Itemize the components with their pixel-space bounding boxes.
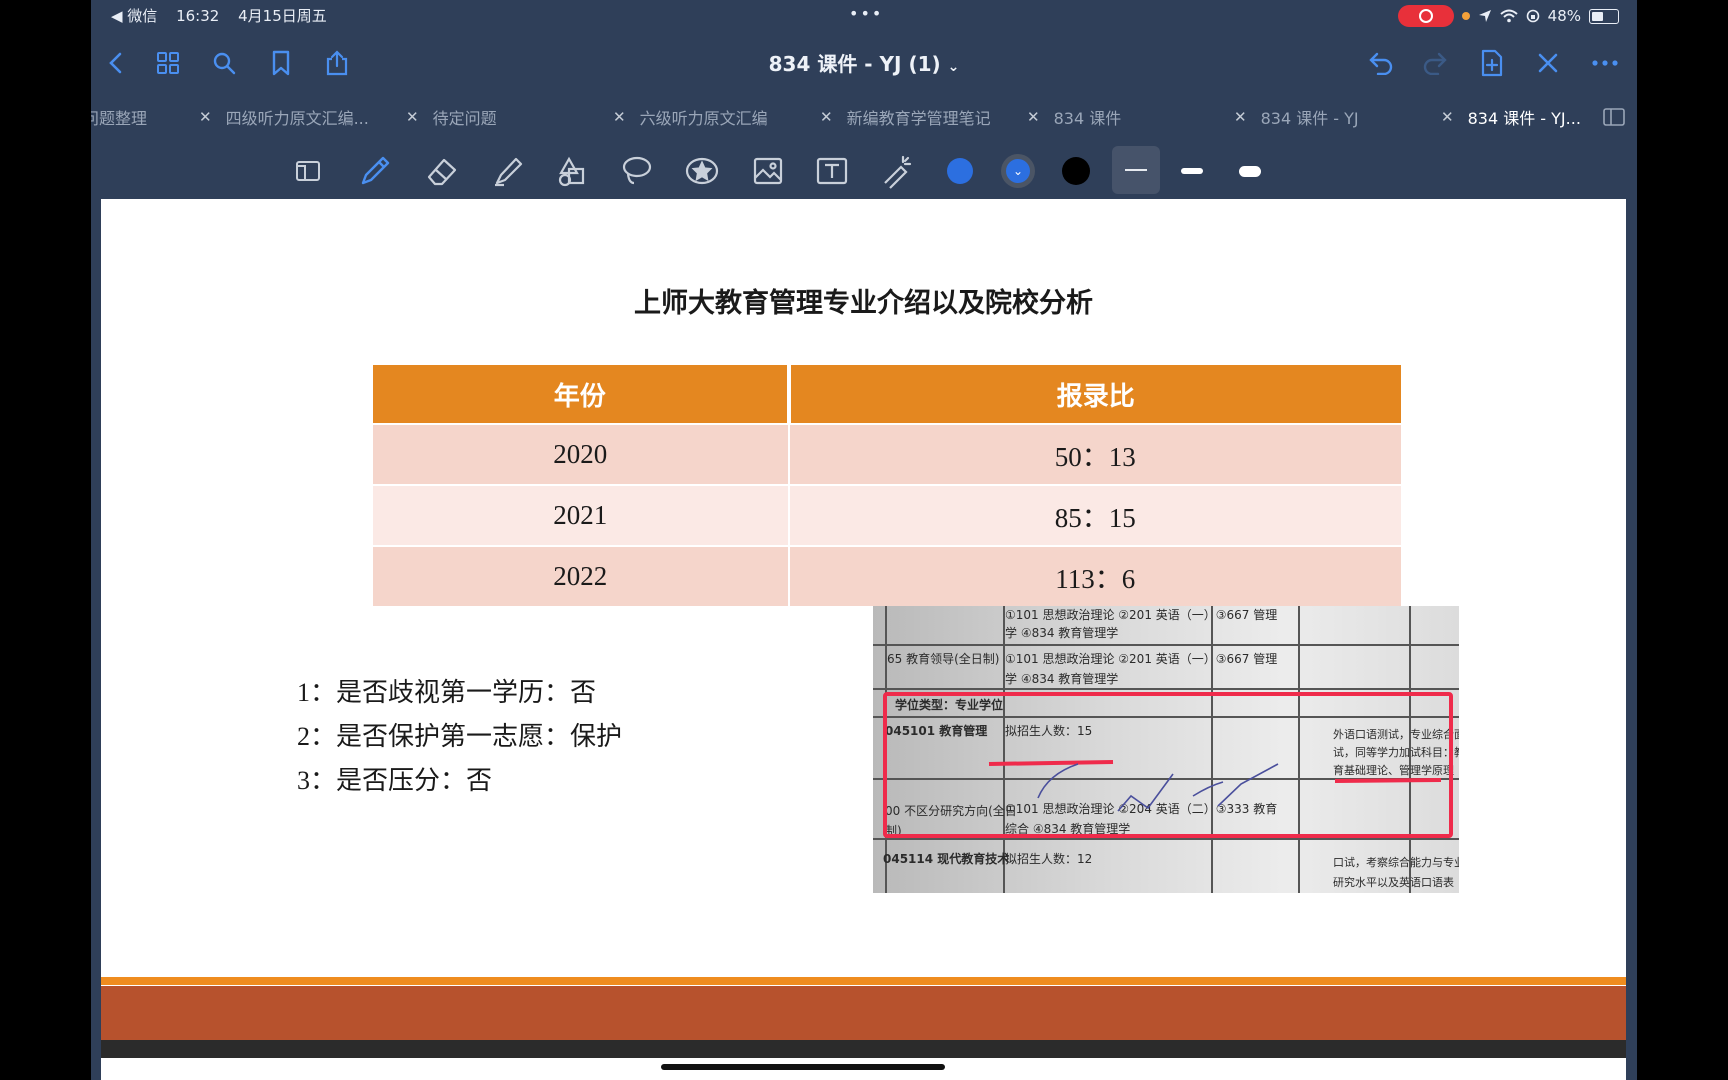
nav-bar: 834 课件 - YJ (1) ⌄ bbox=[91, 34, 1637, 90]
document-title[interactable]: 834 课件 - YJ (1) ⌄ bbox=[91, 48, 1637, 77]
tab-label: 834 课件 - YJ bbox=[1260, 109, 1359, 128]
tab-5[interactable]: ✕ 新编教育学管理笔记 bbox=[820, 94, 991, 140]
tab-4[interactable]: ✕ 六级听力原文汇编 bbox=[613, 94, 768, 140]
table-row: 2022 113：6 bbox=[373, 545, 1401, 606]
admission-ratio-table: 年份 报录比 2020 50：13 2021 85：15 2022 113：6 bbox=[373, 365, 1401, 606]
battery-percent: 48% bbox=[1547, 7, 1581, 25]
laser-pointer-icon[interactable] bbox=[876, 150, 918, 192]
image-tool-icon[interactable] bbox=[747, 150, 789, 192]
annotation-toolbar: ⌄ bbox=[91, 140, 1637, 200]
tab-7[interactable]: ✕ 834 课件 - YJ bbox=[1234, 94, 1359, 140]
sticker-tool-icon[interactable] bbox=[681, 150, 723, 192]
app-window: ◀ 微信 16:32 4月15日周五 ••• 48% 834 课件 - YJ (… bbox=[91, 0, 1637, 1080]
document-page[interactable]: 上师大教育管理专业介绍以及院校分析 年份 报录比 2020 50：13 2021… bbox=[101, 199, 1626, 1040]
tab-label: 六级听力原文汇编 bbox=[639, 109, 768, 128]
cell-year: 2021 bbox=[373, 484, 790, 546]
tab-8-active[interactable]: ✕ 834 课件 - YJ... bbox=[1441, 94, 1581, 140]
cell-year: 2022 bbox=[373, 545, 790, 606]
tab-close-icon[interactable]: ✕ bbox=[1234, 108, 1247, 126]
stroke-medium-option[interactable] bbox=[1171, 150, 1213, 192]
mic-indicator-icon bbox=[1461, 12, 1470, 20]
header-year: 年份 bbox=[373, 365, 791, 424]
shapes-tool-icon[interactable] bbox=[552, 150, 594, 192]
status-date: 4月15日周五 bbox=[238, 7, 327, 25]
document-tabs: 问题整理 ✕ 四级听力原文汇编... ✕ 待定问题 ✕ 六级听力原文汇编 ✕ 新… bbox=[91, 94, 1637, 140]
tab-label: 问题整理 bbox=[91, 109, 148, 128]
scanned-document-photo[interactable]: ①101 思想政治理论 ②201 英语（一）③667 管理 学 ④834 教育管… bbox=[873, 606, 1459, 893]
notes-list: 1：是否歧视第一学历：否 2：是否保护第一志愿：保护 3：是否压分：否 bbox=[297, 671, 622, 803]
slide-footer-line bbox=[101, 977, 1626, 985]
table-row: 2020 50：13 bbox=[373, 423, 1401, 485]
back-to-app-link[interactable]: ◀ 微信 bbox=[111, 7, 157, 25]
tab-close-icon[interactable]: ✕ bbox=[1441, 108, 1454, 126]
cell-ratio: 113：6 bbox=[788, 545, 1401, 606]
slide-footer-band bbox=[101, 986, 1626, 1040]
title-chevron-down-icon[interactable]: ⌄ bbox=[948, 59, 960, 75]
tab-label: 待定问题 bbox=[432, 109, 497, 128]
stroke-thin-option[interactable] bbox=[1112, 146, 1160, 194]
header-ratio: 报录比 bbox=[788, 365, 1401, 424]
battery-icon bbox=[1589, 8, 1619, 24]
highlighter-tool-icon[interactable] bbox=[487, 150, 529, 192]
color-black-swatch[interactable] bbox=[1055, 150, 1097, 192]
pen-tool-icon[interactable] bbox=[354, 150, 396, 192]
tab-3[interactable]: ✕ 待定问题 bbox=[406, 94, 497, 140]
tab-close-icon[interactable]: ✕ bbox=[820, 108, 833, 126]
lasso-tool-icon[interactable] bbox=[616, 150, 658, 192]
home-indicator[interactable] bbox=[661, 1064, 945, 1070]
table-row: 2021 85：15 bbox=[373, 484, 1401, 546]
list-item: 1：是否歧视第一学历：否 bbox=[297, 678, 597, 708]
cell-year: 2020 bbox=[373, 423, 790, 485]
status-time: 16:32 bbox=[176, 7, 220, 25]
split-view-icon[interactable] bbox=[1603, 94, 1625, 140]
more-icon[interactable] bbox=[1588, 46, 1622, 80]
tab-close-icon[interactable]: ✕ bbox=[406, 108, 419, 126]
tab-close-icon[interactable]: ✕ bbox=[1027, 108, 1040, 126]
tab-label: 834 课件 - YJ... bbox=[1467, 109, 1581, 128]
tab-close-icon[interactable]: ✕ bbox=[613, 108, 626, 126]
undo-icon[interactable] bbox=[1363, 46, 1397, 80]
status-bar: ◀ 微信 16:32 4月15日周五 ••• 48% bbox=[91, 0, 1637, 30]
location-icon bbox=[1478, 10, 1491, 22]
slide-title: 上师大教育管理专业介绍以及院校分析 bbox=[634, 288, 1093, 319]
color-blue-swatch[interactable] bbox=[939, 150, 981, 192]
list-item: 3：是否压分：否 bbox=[297, 766, 493, 796]
tab-close-icon[interactable]: ✕ bbox=[199, 108, 212, 126]
color-selected-swatch[interactable]: ⌄ bbox=[997, 150, 1039, 192]
text-tool-icon[interactable] bbox=[811, 150, 853, 192]
read-mode-icon[interactable] bbox=[287, 150, 329, 192]
redo-icon[interactable] bbox=[1419, 46, 1453, 80]
tab-1[interactable]: 问题整理 bbox=[91, 94, 147, 140]
cell-ratio: 50：13 bbox=[788, 423, 1401, 485]
tab-label: 834 课件 bbox=[1053, 109, 1122, 128]
wifi-icon bbox=[1499, 9, 1518, 23]
page-separator bbox=[101, 1040, 1626, 1058]
list-item: 2：是否保护第一志愿：保护 bbox=[297, 722, 623, 752]
add-page-icon[interactable] bbox=[1475, 46, 1509, 80]
tab-6[interactable]: ✕ 834 课件 bbox=[1027, 94, 1121, 140]
screen-recording-icon[interactable] bbox=[1397, 5, 1454, 27]
eraser-tool-icon[interactable] bbox=[421, 150, 463, 192]
multitasking-dots-icon[interactable]: ••• bbox=[849, 4, 883, 23]
tab-label: 新编教育学管理笔记 bbox=[846, 109, 991, 128]
cell-ratio: 85：15 bbox=[788, 484, 1401, 546]
tab-label: 四级听力原文汇编... bbox=[225, 109, 369, 128]
rotation-lock-icon bbox=[1526, 9, 1539, 23]
close-edit-icon[interactable] bbox=[1531, 46, 1565, 80]
tab-2[interactable]: ✕ 四级听力原文汇编... bbox=[199, 94, 369, 140]
handwritten-annotations bbox=[988, 760, 1442, 812]
stroke-thick-option[interactable] bbox=[1229, 150, 1271, 192]
